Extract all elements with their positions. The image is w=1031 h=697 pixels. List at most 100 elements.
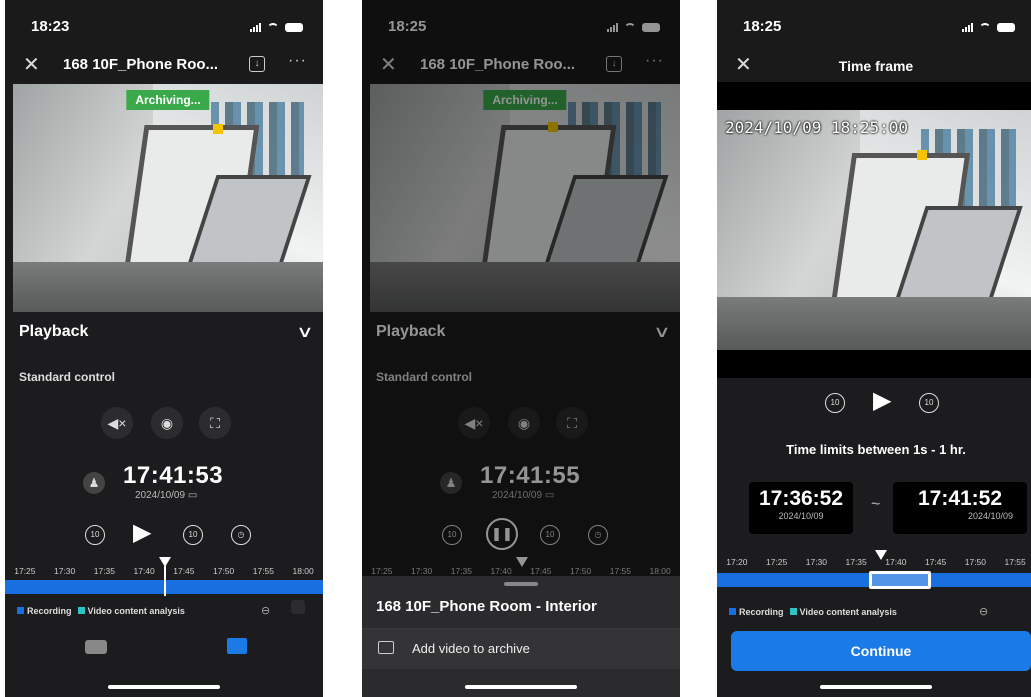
timeline-ticks: 17:20 17:25 17:30 17:35 17:40 17:45 17:5… [717,557,1031,567]
status-time: 18:23 [31,18,70,35]
start-time-box[interactable]: 17:36:52 2024/10/09 [749,482,853,534]
home-indicator [820,685,932,689]
legend-vca-label: Video content analysis [87,606,185,616]
tick-label: 17:55 [252,566,275,576]
rewind-10-icon[interactable]: 10 [85,525,105,545]
time-limits-text: Time limits between 1s - 1 hr. [786,442,966,457]
end-time: 17:41:52 [917,487,1003,510]
mute-icon[interactable]: ◀× [101,407,133,439]
live-camera-icon[interactable] [85,640,107,654]
timeline-cursor-line [164,566,166,596]
archive-box-icon [378,641,394,654]
legend: Recording Video content analysis [17,606,185,616]
end-date: 2024/10/09 [967,511,1013,521]
legend-recording-label: Recording [739,607,784,617]
current-date[interactable]: 2024/10/09 ▭ [135,490,197,501]
screen-playback: 18:23 ✕ 168 10F_Phone Roo... ↓ ··· Archi… [5,0,323,697]
add-to-archive-item[interactable]: Add video to archive [362,629,680,669]
camera-title: 168 10F_Phone Roo... [63,56,219,73]
video-view[interactable]: Archiving... [13,84,323,312]
camera-icon[interactable]: ◉ [151,407,183,439]
screen-playback-sheet: 18:25 ✕ 168 10F_Phone Roo... ↓ ··· Archi… [362,0,680,697]
status-time: 18:25 [743,18,782,35]
forward-10-icon[interactable]: 10 [919,393,939,413]
tick-label: 17:55 [1004,557,1026,567]
signal-icon [962,22,973,32]
nav-bar: ✕ 168 10F_Phone Roo... ↓ ··· [5,52,323,82]
legend-vca: Video content analysis [789,607,897,617]
alarm-bell-icon[interactable]: ♟ [83,472,105,494]
tick-label: 17:25 [14,566,36,576]
add-to-archive-label: Add video to archive [412,641,530,656]
nav-bar: ✕ Time frame [717,52,1031,82]
letterbox-bottom [717,350,1031,378]
tick-label: 17:25 [765,557,788,567]
tick-label: 17:30 [805,557,828,567]
battery-icon [285,22,303,32]
video-view[interactable]: 2024/10/09 18:25:00 [717,110,1031,350]
archiving-badge: Archiving... [126,90,210,110]
play-icon[interactable]: ▶ [133,518,151,547]
tick-label: 17:30 [53,566,76,576]
tick-label: 17:40 [133,566,155,576]
date-value: 2024/10/09 [135,490,186,501]
start-date: 2024/10/09 [778,511,824,521]
legend: Recording Video content analysis [729,607,897,617]
wifi-icon [979,22,991,32]
timeline-cursor[interactable] [875,550,887,560]
tick-label: 17:50 [212,566,235,576]
tick-label: 17:45 [924,557,947,567]
close-icon[interactable]: ✕ [23,54,40,76]
video-timestamp: 2024/10/09 18:25:00 [725,118,909,137]
rewind-10-icon[interactable]: 10 [825,393,845,413]
chevron-down-icon[interactable]: ∨ [296,322,314,342]
status-bar: 18:23 [5,0,323,52]
current-time: 17:41:53 [123,462,224,489]
section-title: Playback [19,323,89,340]
legend-vca-label: Video content analysis [799,607,897,617]
legend-vca: Video content analysis [77,606,185,616]
legend-recording: Recording [729,607,784,617]
start-time: 17:36:52 [758,487,844,510]
dim-overlay[interactable] [362,0,680,576]
tick-label: 18:00 [292,566,314,576]
signal-icon [250,22,261,32]
range-separator: ~ [871,496,881,513]
more-icon[interactable]: ··· [288,52,307,70]
tick-label: 17:45 [173,566,195,576]
sheet-handle[interactable] [504,582,538,586]
battery-icon [997,22,1015,32]
status-icons [250,22,303,32]
tick-label: 17:20 [726,557,748,567]
legend-recording: Recording [17,606,72,616]
status-icons [962,22,1015,32]
home-indicator [108,685,220,689]
status-bar: 18:25 [717,0,1031,52]
zoom-icon[interactable]: ⊖ [261,604,270,617]
tick-label: 17:35 [845,557,867,567]
zoom-toggle[interactable] [291,600,305,614]
time-range-selector[interactable] [869,571,931,589]
download-icon[interactable]: ↓ [249,56,265,72]
letterbox-top [717,82,1031,110]
home-indicator [465,685,577,689]
fullscreen-icon[interactable]: ⛶ [199,407,231,439]
play-icon[interactable]: ▶ [873,386,891,415]
end-time-box[interactable]: 17:41:52 2024/10/09 [893,482,1027,534]
bottom-sheet: 168 10F_Phone Room - Interior Add video … [362,576,680,697]
continue-button[interactable]: Continue [731,631,1031,671]
playback-icon[interactable] [227,638,247,654]
sheet-title: 168 10F_Phone Room - Interior [376,598,597,615]
tick-label: 17:40 [885,557,907,567]
page-title: Time frame [838,58,914,74]
calendar-icon: ▭ [187,490,198,501]
tick-label: 17:50 [964,557,987,567]
zoom-icon[interactable]: ⊖ [979,605,988,618]
wifi-icon [267,22,279,32]
tick-label: 17:35 [93,566,116,576]
timer-icon[interactable]: ◷ [231,525,251,545]
screen-time-frame: 18:25 ✕ Time frame 2024/10/09 18:25:00 1… [717,0,1031,697]
forward-10-icon[interactable]: 10 [183,525,203,545]
legend-recording-label: Recording [27,606,72,616]
subsection-title: Standard control [19,370,116,384]
